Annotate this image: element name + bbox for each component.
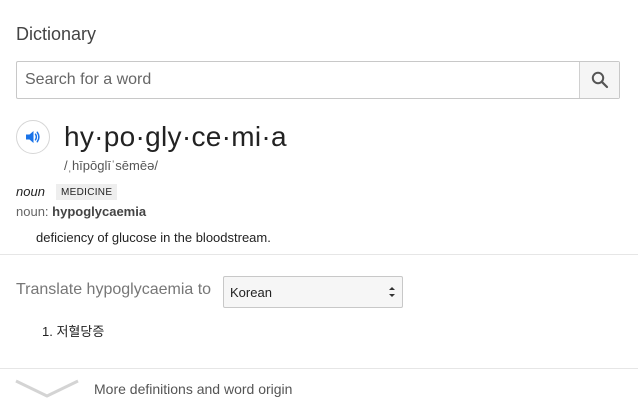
list-item: 1. 저혈당증	[42, 321, 104, 340]
phonetic-spelling: /ˌhīpōglīˈsēmēə/	[64, 158, 158, 173]
select-arrows-icon	[389, 287, 395, 297]
search-button[interactable]	[579, 62, 619, 98]
speaker-icon	[26, 131, 40, 143]
list-item-text: 저혈당증	[56, 324, 105, 339]
search-icon	[591, 71, 608, 89]
more-definitions-label: More definitions and word origin	[94, 381, 293, 397]
variant-word: hypoglycaemia	[52, 204, 147, 219]
translation-list: 1. 저혈당증	[42, 321, 104, 340]
list-item-number: 1.	[42, 324, 53, 339]
language-select[interactable]: Korean	[223, 276, 403, 308]
definition: deficiency of glucose in the bloodstream…	[36, 230, 271, 245]
variant-prefix: noun:	[16, 204, 53, 219]
divider	[0, 254, 638, 255]
search-box	[16, 61, 620, 99]
variant-spelling: noun: hypoglycaemia	[16, 204, 146, 219]
part-of-speech: noun	[16, 184, 45, 199]
search-input[interactable]	[17, 62, 581, 98]
headword: hy·po·gly·ce·mi·a	[64, 121, 287, 152]
translate-label: Translate hypoglycaemia to	[16, 281, 212, 298]
pronounce-button[interactable]	[16, 120, 50, 154]
more-definitions-button[interactable]: More definitions and word origin	[0, 368, 638, 409]
language-select-value: Korean	[230, 285, 272, 300]
dictionary-card: Dictionary hy·po·gly·ce·mi·a /ˌhīpōglīˈs…	[0, 0, 638, 409]
card-title: Dictionary	[16, 24, 97, 44]
subject-tag: MEDICINE	[56, 184, 118, 200]
chevron-down-icon	[15, 379, 79, 398]
